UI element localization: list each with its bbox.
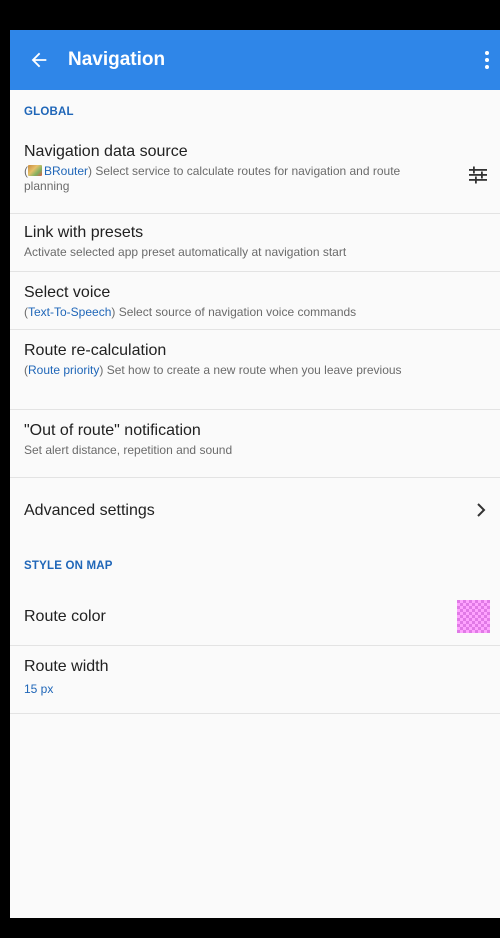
section-header-global: GLOBAL [24, 106, 74, 118]
chevron-right-icon [477, 503, 486, 517]
pref-title: Navigation data source [24, 143, 188, 160]
arrow-back-icon[interactable] [28, 49, 50, 71]
pref-summary: (Text-To-Speech) Select source of naviga… [24, 305, 486, 320]
pref-title: Advanced settings [24, 502, 155, 519]
brouter-book-icon [28, 165, 42, 176]
pref-summary: (BRouter) Select service to calculate ro… [24, 164, 486, 194]
pref-summary: (Route priority) Set how to create a new… [24, 363, 486, 378]
pref-title: "Out of route" notification [24, 422, 201, 439]
pref-route-recalculation[interactable]: Route re-calculation (Route priority) Se… [10, 330, 500, 410]
pref-title: Route color [24, 607, 106, 625]
pref-summary-text: ) Select source of navigation voice comm… [111, 305, 357, 319]
color-swatch[interactable] [457, 600, 490, 633]
pref-summary-text: ) Set how to create a new route when you… [99, 363, 402, 377]
pref-title: Select voice [24, 284, 111, 301]
pref-value: 15 px [24, 682, 54, 696]
pref-title: Route width [24, 658, 109, 675]
more-vert-icon[interactable] [480, 46, 494, 74]
pref-select-voice[interactable]: Select voice (Text-To-Speech) Select sou… [10, 272, 500, 330]
pref-value: Text-To-Speech [28, 305, 112, 319]
pref-out-of-route-notification[interactable]: "Out of route" notification Set alert di… [10, 410, 500, 478]
pref-link-with-presets[interactable]: Link with presets Activate selected app … [10, 214, 500, 272]
pref-summary: Set alert distance, repetition and sound [24, 443, 233, 457]
pref-route-color[interactable]: Route color [10, 588, 500, 646]
pref-advanced-settings[interactable]: Advanced settings [10, 478, 500, 544]
navigation-bar [0, 918, 500, 938]
pref-route-width[interactable]: Route width 15 px [10, 646, 500, 714]
pref-value: Route priority [28, 363, 100, 377]
page-title: Navigation [68, 49, 166, 70]
status-bar [0, 0, 500, 30]
pref-summary: Activate selected app preset automatical… [24, 245, 347, 259]
section-header-style-on-map: STYLE ON MAP [24, 560, 113, 572]
pref-title: Link with presets [24, 224, 144, 241]
app-bar: Navigation [10, 30, 500, 90]
pref-navigation-data-source[interactable]: Navigation data source (BRouter) Select … [10, 134, 500, 214]
settings-screen: Navigation GLOBAL Navigation data source… [10, 30, 500, 918]
pref-title: Route re-calculation [24, 342, 167, 359]
pref-value: BRouter [44, 164, 89, 178]
tune-icon[interactable] [468, 166, 488, 184]
